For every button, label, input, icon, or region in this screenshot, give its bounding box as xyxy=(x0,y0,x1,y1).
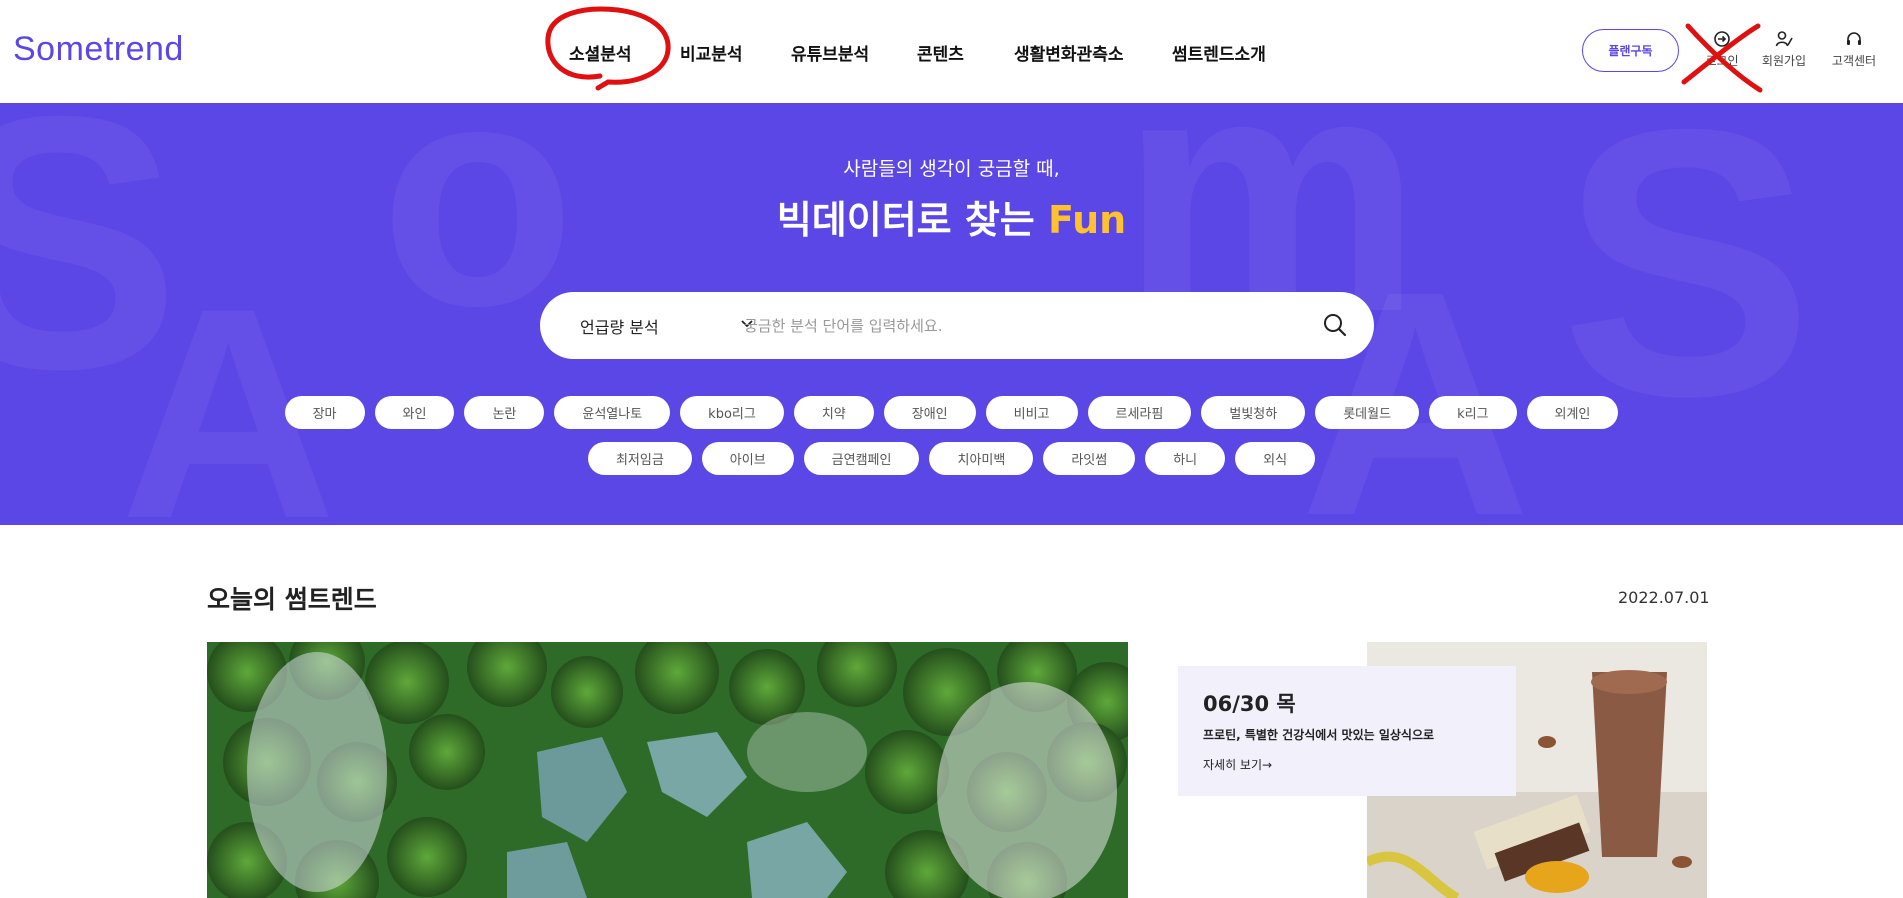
tag-item[interactable]: 아이브 xyxy=(701,442,794,475)
support-label: 고객센터 xyxy=(1831,54,1877,68)
tag-row-2: 최저임금 아이브 금연캠페인 치아미백 라잇썸 하니 외식 xyxy=(0,442,1903,475)
tag-item[interactable]: 논란 xyxy=(464,396,545,429)
signup-link[interactable]: 회원가입 xyxy=(1752,30,1816,69)
tag-item[interactable]: 장마 xyxy=(284,396,365,429)
login-icon xyxy=(1714,31,1730,47)
hero-title-accent: Fun xyxy=(1048,198,1127,242)
hero-subtitle: 사람들의 생각이 궁금할 때, xyxy=(843,158,1060,180)
support-link[interactable]: 고객센터 xyxy=(1822,30,1886,69)
tag-item[interactable]: 라잇썸 xyxy=(1043,442,1136,475)
analysis-type-value: 언급량 분석 xyxy=(580,317,659,337)
tag-item[interactable]: 금연캠페인 xyxy=(803,442,920,475)
section-title: 오늘의 썸트렌드 xyxy=(207,585,377,614)
tag-row-1: 장마 와인 논란 윤석열나토 kbo리그 치약 장애인 비비고 르세라핌 벌빛청… xyxy=(0,396,1903,429)
tag-item[interactable]: 외식 xyxy=(1235,442,1316,475)
nav-contents[interactable]: 콘텐츠 xyxy=(917,40,964,65)
site-header: Sometrend 소셜분석 비교분석 유튜브분석 콘텐츠 생활변화관측소 썸트… xyxy=(0,0,1903,103)
nav-youtube-analysis[interactable]: 유튜브분석 xyxy=(791,40,869,65)
forest-lake-illustration xyxy=(207,642,1128,898)
plan-subscribe-button[interactable]: 플랜구독 xyxy=(1582,29,1679,72)
view-more-link[interactable]: 자세히 보기→ xyxy=(1203,756,1272,773)
tag-item[interactable]: 하니 xyxy=(1145,442,1226,475)
nav-life-change-observatory[interactable]: 생활변화관측소 xyxy=(1014,40,1123,65)
hero-title: 빅데이터로 찾는 Fun xyxy=(0,189,1903,244)
hero-section: S o m S A A 사람들의 생각이 궁금할 때, 빅데이터로 찾는 Fun… xyxy=(0,103,1903,525)
hero-title-main: 빅데이터로 찾는 xyxy=(776,198,1048,242)
nav-compare-analysis[interactable]: 비교분석 xyxy=(680,40,743,65)
login-link[interactable]: 로그인 xyxy=(1690,30,1754,69)
card-description: 프로틴, 특별한 건강식에서 맛있는 일상식으로 xyxy=(1203,728,1435,742)
nav-social-analysis[interactable]: 소셜분석 xyxy=(569,40,632,65)
tag-item[interactable]: 비비고 xyxy=(985,396,1078,429)
signup-label: 회원가입 xyxy=(1761,54,1807,68)
tag-item[interactable]: 와인 xyxy=(374,396,455,429)
tag-item[interactable]: kbo리그 xyxy=(680,396,784,429)
search-bar: 언급량 분석 xyxy=(540,292,1374,359)
nav-about-sometrend[interactable]: 썸트렌드소개 xyxy=(1172,40,1266,65)
search-input[interactable] xyxy=(742,306,1302,346)
section-date: 2022.07.01 xyxy=(1618,588,1710,607)
tag-item[interactable]: 장애인 xyxy=(883,396,976,429)
login-label: 로그인 xyxy=(1705,54,1739,68)
headset-icon xyxy=(1847,32,1861,45)
tag-item[interactable]: k리그 xyxy=(1429,396,1517,429)
bg-decoration: S xyxy=(0,103,181,444)
featured-image-forest[interactable] xyxy=(207,642,1128,898)
search-icon xyxy=(1324,314,1347,337)
trending-tags: 장마 와인 논란 윤석열나토 kbo리그 치약 장애인 비비고 르세라핌 벌빛청… xyxy=(0,396,1903,488)
search-button[interactable] xyxy=(1322,312,1348,342)
signup-icon xyxy=(1775,31,1793,47)
tag-item[interactable]: 최저임금 xyxy=(587,442,692,475)
tag-item[interactable]: 롯데월드 xyxy=(1315,396,1420,429)
tag-item[interactable]: 치아미백 xyxy=(929,442,1034,475)
tag-item[interactable]: 벌빛청하 xyxy=(1201,396,1306,429)
tag-item[interactable]: 르세라핌 xyxy=(1087,396,1192,429)
tag-item[interactable]: 치약 xyxy=(793,396,874,429)
tag-item[interactable]: 외계인 xyxy=(1526,396,1619,429)
today-trend-card: 06/30 목 프로틴, 특별한 건강식에서 맛있는 일상식으로 자세히 보기→ xyxy=(1178,666,1516,796)
tag-item[interactable]: 윤석열나토 xyxy=(554,396,671,429)
analysis-type-select[interactable]: 언급량 분석 xyxy=(580,292,753,359)
card-date: 06/30 목 xyxy=(1203,692,1296,716)
